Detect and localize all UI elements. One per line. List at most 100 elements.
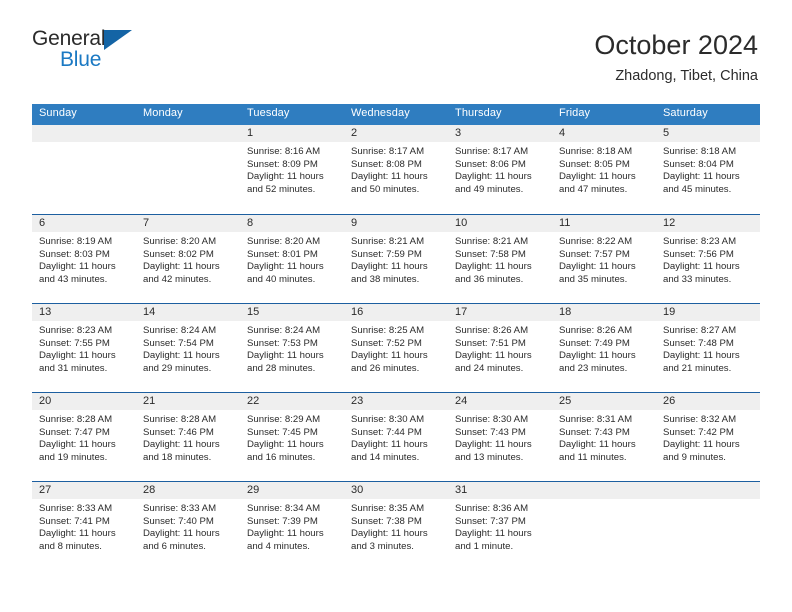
day-number: 3 (448, 125, 552, 142)
day-number: 29 (240, 482, 344, 499)
calendar-week-row: 1 Sunrise: 8:16 AM Sunset: 8:09 PM Daylight… (32, 125, 760, 214)
calendar-day-cell[interactable]: 7 Sunrise: 8:20 AM Sunset: 8:02 PM Daylight… (136, 215, 240, 303)
day-number: 6 (32, 215, 136, 232)
calendar-day-cell[interactable]: 19 Sunrise: 8:27 AM Sunset: 7:48 PM Dayligh… (656, 304, 760, 392)
day-detail-line: and 36 minutes. (455, 273, 524, 285)
calendar-day-cell[interactable]: 16 Sunrise: 8:25 AM Sunset: 7:52 PM Dayligh… (344, 304, 448, 392)
calendar-day-cell[interactable]: 5 Sunrise: 8:18 AM Sunset: 8:04 PM Daylight… (656, 125, 760, 214)
calendar-day-cell[interactable]: 17 Sunrise: 8:26 AM Sunset: 7:51 PM Dayligh… (448, 304, 552, 392)
day-details: Sunrise: 8:33 AM Sunset: 7:41 PM Daylight:… (32, 499, 136, 553)
calendar-day-cell[interactable]: 9 Sunrise: 8:21 AM Sunset: 7:59 PM Daylight… (344, 215, 448, 303)
calendar-day-cell[interactable]: 18 Sunrise: 8:26 AM Sunset: 7:49 PM Dayligh… (552, 304, 656, 392)
weekday-sunday: Sunday (39, 107, 77, 119)
calendar-day-cell[interactable]: 15 Sunrise: 8:24 AM Sunset: 7:53 PM Dayligh… (240, 304, 344, 392)
day-detail-line: and 45 minutes. (663, 183, 732, 195)
day-detail-line: Sunset: 7:40 PM (143, 515, 214, 527)
brand-logo[interactable]: General Blue (32, 28, 152, 80)
calendar-day-cell[interactable]: 29 Sunrise: 8:34 AM Sunset: 7:39 PM Dayligh… (240, 482, 344, 570)
day-number: 26 (656, 393, 760, 410)
day-details: Sunrise: 8:31 AM Sunset: 7:43 PM Daylight:… (552, 410, 656, 464)
day-detail-line: and 23 minutes. (559, 362, 628, 374)
day-detail-line: Sunrise: 8:18 AM (559, 146, 633, 157)
day-details (32, 142, 136, 146)
day-detail-line: Sunset: 8:01 PM (247, 248, 318, 260)
calendar-day-cell[interactable]: 11 Sunrise: 8:22 AM Sunset: 7:57 PM Dayligh… (552, 215, 656, 303)
day-detail-line: Daylight: 11 hours (39, 261, 116, 273)
day-detail-line: Sunset: 7:42 PM (663, 426, 734, 438)
calendar-day-cell[interactable]: 28 Sunrise: 8:33 AM Sunset: 7:40 PM Dayligh… (136, 482, 240, 570)
day-details: Sunrise: 8:17 AM Sunset: 8:08 PM Daylight:… (344, 142, 448, 196)
day-detail-line: Sunrise: 8:30 AM (455, 414, 529, 425)
day-number: 30 (344, 482, 448, 499)
calendar-day-cell[interactable]: 22 Sunrise: 8:29 AM Sunset: 7:45 PM Dayligh… (240, 393, 344, 481)
day-number: 10 (448, 215, 552, 232)
triangle-icon (104, 30, 132, 50)
day-detail-line: Daylight: 11 hours (247, 171, 324, 183)
day-detail-line: Sunset: 7:45 PM (247, 426, 318, 438)
day-detail-line: Sunrise: 8:17 AM (455, 146, 529, 157)
day-detail-line: Daylight: 11 hours (455, 528, 532, 540)
day-details: Sunrise: 8:28 AM Sunset: 7:47 PM Daylight:… (32, 410, 136, 464)
day-number: 20 (32, 393, 136, 410)
day-detail-line: Sunrise: 8:33 AM (143, 503, 217, 514)
day-detail-line: Sunrise: 8:31 AM (559, 414, 633, 425)
calendar-cell-empty (656, 482, 760, 570)
day-details: Sunrise: 8:27 AM Sunset: 7:48 PM Daylight:… (656, 321, 760, 375)
day-details: Sunrise: 8:22 AM Sunset: 7:57 PM Daylight:… (552, 232, 656, 286)
day-number: 15 (240, 304, 344, 321)
day-details: Sunrise: 8:17 AM Sunset: 8:06 PM Daylight:… (448, 142, 552, 196)
day-detail-line: Sunset: 7:57 PM (559, 248, 630, 260)
calendar-day-cell[interactable]: 26 Sunrise: 8:32 AM Sunset: 7:42 PM Dayligh… (656, 393, 760, 481)
day-detail-line: Daylight: 11 hours (247, 350, 324, 362)
day-detail-line: Sunset: 7:54 PM (143, 337, 214, 349)
day-details: Sunrise: 8:32 AM Sunset: 7:42 PM Daylight:… (656, 410, 760, 464)
day-details: Sunrise: 8:19 AM Sunset: 8:03 PM Daylight:… (32, 232, 136, 286)
day-detail-line: Sunrise: 8:27 AM (663, 325, 737, 336)
calendar-weeks: 1 Sunrise: 8:16 AM Sunset: 8:09 PM Daylight… (32, 125, 760, 570)
day-number: 18 (552, 304, 656, 321)
calendar-day-cell[interactable]: 30 Sunrise: 8:35 AM Sunset: 7:38 PM Dayligh… (344, 482, 448, 570)
calendar-day-cell[interactable]: 10 Sunrise: 8:21 AM Sunset: 7:58 PM Dayligh… (448, 215, 552, 303)
day-detail-line: and 47 minutes. (559, 183, 628, 195)
day-details: Sunrise: 8:30 AM Sunset: 7:44 PM Daylight:… (344, 410, 448, 464)
day-detail-line: Daylight: 11 hours (247, 528, 324, 540)
day-detail-line: and 21 minutes. (663, 362, 732, 374)
day-detail-line: Sunrise: 8:28 AM (39, 414, 113, 425)
calendar-day-cell[interactable]: 4 Sunrise: 8:18 AM Sunset: 8:05 PM Daylight… (552, 125, 656, 214)
calendar-day-cell[interactable]: 24 Sunrise: 8:30 AM Sunset: 7:43 PM Dayligh… (448, 393, 552, 481)
calendar-day-cell[interactable]: 14 Sunrise: 8:24 AM Sunset: 7:54 PM Dayligh… (136, 304, 240, 392)
day-detail-line: Sunrise: 8:16 AM (247, 146, 321, 157)
calendar-day-cell[interactable]: 3 Sunrise: 8:17 AM Sunset: 8:06 PM Daylight… (448, 125, 552, 214)
day-detail-line: and 40 minutes. (247, 273, 316, 285)
day-detail-line: Daylight: 11 hours (143, 350, 220, 362)
day-details: Sunrise: 8:26 AM Sunset: 7:51 PM Daylight:… (448, 321, 552, 375)
day-details: Sunrise: 8:33 AM Sunset: 7:40 PM Daylight:… (136, 499, 240, 553)
day-detail-line: Sunrise: 8:36 AM (455, 503, 529, 514)
day-detail-line: Sunrise: 8:26 AM (559, 325, 633, 336)
day-number (552, 482, 656, 499)
calendar-day-cell[interactable]: 21 Sunrise: 8:28 AM Sunset: 7:46 PM Dayligh… (136, 393, 240, 481)
page-header: General Blue October 2024 Zhadong, Tibet… (0, 0, 792, 104)
calendar-day-cell[interactable]: 12 Sunrise: 8:23 AM Sunset: 7:56 PM Dayligh… (656, 215, 760, 303)
calendar-day-cell[interactable]: 31 Sunrise: 8:36 AM Sunset: 7:37 PM Dayligh… (448, 482, 552, 570)
day-detail-line: Sunrise: 8:35 AM (351, 503, 425, 514)
day-detail-line: Sunset: 7:37 PM (455, 515, 526, 527)
calendar-day-cell[interactable]: 8 Sunrise: 8:20 AM Sunset: 8:01 PM Daylight… (240, 215, 344, 303)
calendar-day-cell[interactable]: 25 Sunrise: 8:31 AM Sunset: 7:43 PM Dayligh… (552, 393, 656, 481)
day-details: Sunrise: 8:23 AM Sunset: 7:56 PM Daylight:… (656, 232, 760, 286)
weekday-monday: Monday (143, 107, 183, 119)
calendar-day-cell[interactable]: 2 Sunrise: 8:17 AM Sunset: 8:08 PM Daylight… (344, 125, 448, 214)
day-detail-line: Sunrise: 8:21 AM (455, 236, 529, 247)
day-details: Sunrise: 8:35 AM Sunset: 7:38 PM Daylight:… (344, 499, 448, 553)
day-details: Sunrise: 8:18 AM Sunset: 8:04 PM Daylight:… (656, 142, 760, 196)
day-detail-line: Sunset: 7:46 PM (143, 426, 214, 438)
location-subtitle: Zhadong, Tibet, China (615, 68, 758, 85)
calendar-day-cell[interactable]: 13 Sunrise: 8:23 AM Sunset: 7:55 PM Dayligh… (32, 304, 136, 392)
calendar-day-cell[interactable]: 6 Sunrise: 8:19 AM Sunset: 8:03 PM Daylight… (32, 215, 136, 303)
calendar-day-cell[interactable]: 27 Sunrise: 8:33 AM Sunset: 7:41 PM Dayligh… (32, 482, 136, 570)
calendar-day-cell[interactable]: 20 Sunrise: 8:28 AM Sunset: 7:47 PM Dayligh… (32, 393, 136, 481)
day-details: Sunrise: 8:18 AM Sunset: 8:05 PM Daylight:… (552, 142, 656, 196)
calendar-day-cell[interactable]: 1 Sunrise: 8:16 AM Sunset: 8:09 PM Daylight… (240, 125, 344, 214)
calendar-day-cell[interactable]: 23 Sunrise: 8:30 AM Sunset: 7:44 PM Dayligh… (344, 393, 448, 481)
day-detail-line: Sunset: 7:51 PM (455, 337, 526, 349)
